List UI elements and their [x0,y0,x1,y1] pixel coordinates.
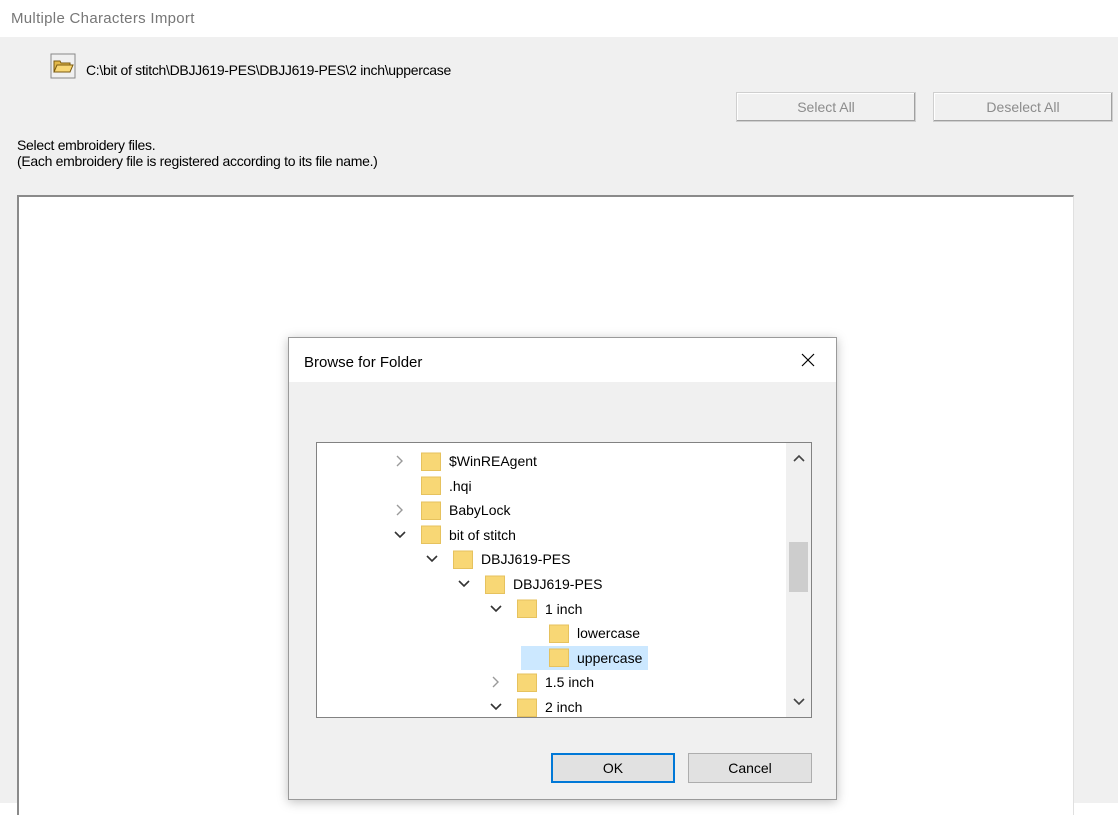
tree-item[interactable]: .hqi [393,474,476,498]
tree-item-label: 1.5 inch [545,674,595,691]
window-title: Multiple Characters Import [11,10,195,27]
folder-icon [549,648,569,668]
folder-icon [421,452,441,471]
tree-item[interactable]: $WinREAgent [393,449,541,473]
instruction-line-1: Select embroidery files. [17,137,156,153]
chevron-down-icon[interactable] [425,552,439,566]
folder-icon [421,525,441,545]
instruction-line-2: (Each embroidery file is registered acco… [17,153,378,169]
close-icon [801,353,815,367]
tree-item-label: DBJJ619-PES [513,576,603,592]
tree-item[interactable]: bit of stitch [393,523,520,547]
chevron-down-icon [792,698,805,706]
select-all-button[interactable]: Select All [736,92,916,122]
tree-item-label: DBJJ619-PES [481,551,571,568]
tree-item-label: 1 inch [545,600,583,617]
deselect-all-button[interactable]: Deselect All [933,92,1113,122]
cancel-button[interactable]: Cancel [688,753,812,783]
tree-item[interactable]: 1.5 inch [489,670,598,694]
folder-icon [421,501,441,520]
tree-item[interactable]: DBJJ619-PES [425,547,574,571]
browse-folder-dialog: Browse for Folder $WinREAgent .hqi BabyLoc… [288,337,837,800]
scroll-up-button[interactable] [786,447,811,469]
tree-item[interactable]: DBJJ619-PES [457,572,606,596]
folder-icon [421,476,441,496]
chevron-down-icon[interactable] [457,577,471,591]
folder-tree[interactable]: $WinREAgent .hqi BabyLock bit of stitch DBJJ… [316,442,812,718]
folder-icon [485,575,505,594]
chevron-down-icon[interactable] [393,528,407,542]
tree-scrollbar[interactable] [786,443,811,717]
dialog-title: Browse for Folder [304,354,423,371]
tree-item-label: .hqi [449,477,472,494]
tree-item[interactable]: lowercase [521,621,644,645]
tree-item-label: $WinREAgent [449,453,537,469]
ok-button[interactable]: OK [551,753,675,783]
tree-item-label: lowercase [577,625,641,642]
folder-icon [453,550,473,569]
tree-item-label: uppercase [577,649,643,666]
chevron-right-icon[interactable] [393,454,407,468]
folder-icon [517,673,537,692]
tree-item-label: BabyLock [449,502,511,519]
chevron-right-icon[interactable] [393,503,407,517]
scroll-down-button[interactable] [786,691,811,713]
tree-item[interactable]: 1 inch [489,597,586,621]
chevron-right-icon[interactable] [489,675,503,689]
tree-item[interactable]: 2 inch [489,695,586,717]
tree-item[interactable]: BabyLock [393,498,514,522]
dialog-close-button[interactable] [790,344,826,376]
tree-item-label: bit of stitch [449,526,516,543]
folder-path: C:\bit of stitch\DBJJ619-PES\DBJJ619-PES… [86,62,451,78]
instructions: Select embroidery files. (Each embroider… [17,137,378,169]
scroll-thumb[interactable] [789,542,808,592]
open-folder-button[interactable] [50,53,76,79]
tree-item[interactable]: uppercase [521,645,649,670]
open-folder-icon [50,53,76,79]
chevron-down-icon[interactable] [489,700,503,714]
folder-icon [549,624,569,643]
chevron-up-icon [792,454,805,462]
dialog-titlebar: Browse for Folder [289,338,836,382]
folder-icon [517,599,537,619]
tree-item-label: 2 inch [545,699,583,715]
folder-icon [517,698,537,717]
chevron-down-icon[interactable] [489,602,503,616]
